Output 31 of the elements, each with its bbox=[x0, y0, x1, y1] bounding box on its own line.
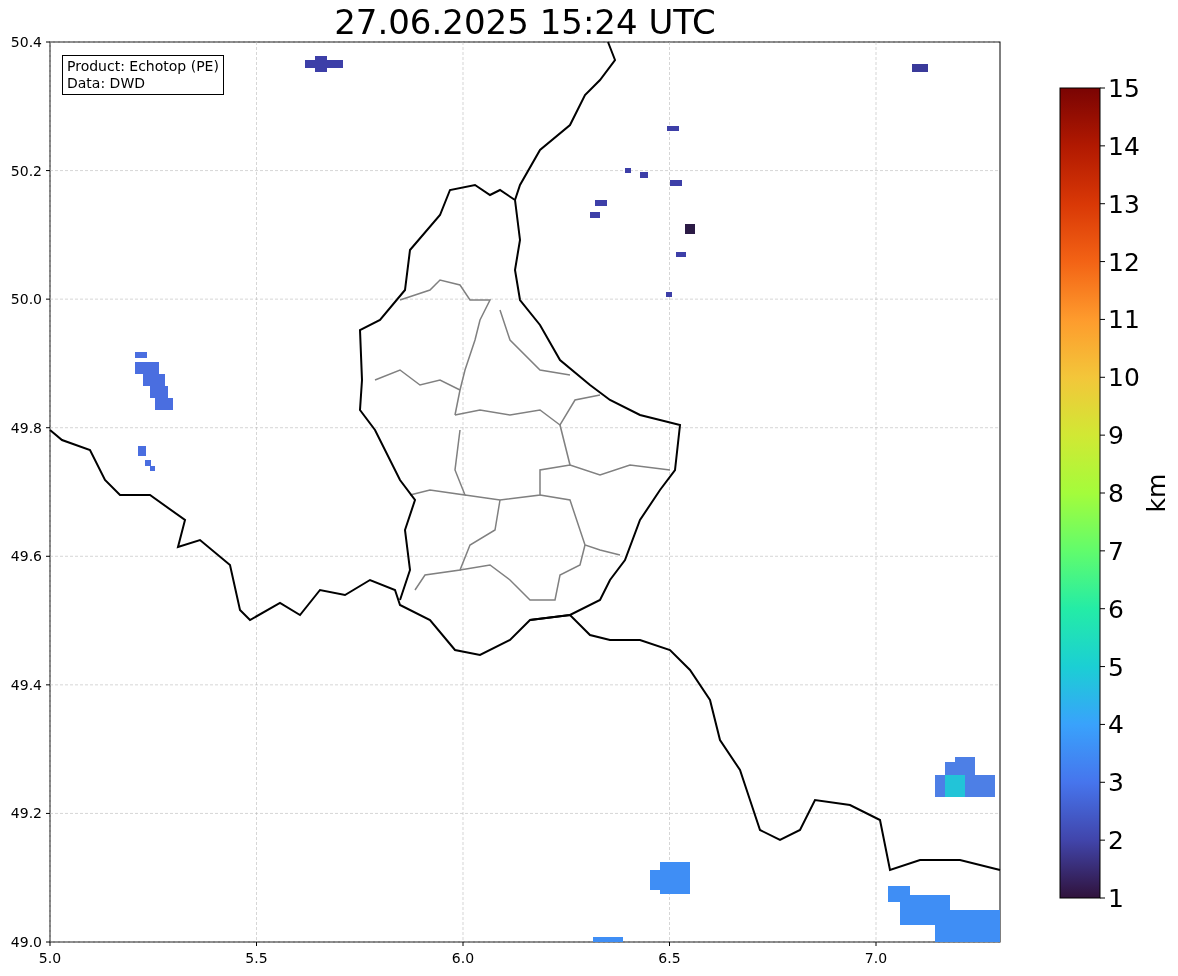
colorbar-tick-label: 4 bbox=[1108, 710, 1124, 740]
colorbar-tick-label: 2 bbox=[1108, 826, 1124, 856]
colorbar-tick-label: 14 bbox=[1108, 131, 1140, 161]
x-tick-label: 6.5 bbox=[658, 950, 681, 966]
colorbar-tick-label: 1 bbox=[1108, 884, 1124, 913]
y-tick-label: 49.4 bbox=[10, 676, 42, 693]
annotation-box: Product: Echotop (PE) Data: DWD bbox=[62, 55, 224, 95]
colorbar-tick-label: 12 bbox=[1108, 247, 1140, 277]
x-tick-label: 7.0 bbox=[864, 950, 888, 966]
y-tick-label: 50.0 bbox=[10, 291, 42, 308]
colorbar-tick-label: 15 bbox=[1108, 74, 1140, 103]
chart-title: 27.06.2025 15:24 UTC bbox=[334, 2, 716, 42]
colorbar-tick-label: 3 bbox=[1108, 768, 1124, 798]
colorbar-tick-label: 10 bbox=[1108, 363, 1140, 393]
x-tick-label: 5.5 bbox=[245, 950, 268, 966]
y-tick-label: 49.0 bbox=[10, 934, 42, 950]
colorbar-tick-label: 9 bbox=[1108, 421, 1124, 451]
colorbar-tick-label: 13 bbox=[1108, 189, 1140, 219]
x-tick-label: 6.0 bbox=[451, 950, 475, 966]
y-tick-label: 50.2 bbox=[10, 162, 42, 179]
colorbar-tick-label: 11 bbox=[1108, 305, 1140, 335]
colorbar-tick-label: 6 bbox=[1108, 594, 1124, 624]
colorbar-label: km bbox=[1142, 473, 1171, 513]
x-tick-label: 5.0 bbox=[38, 950, 62, 966]
colorbar-tick-label: 7 bbox=[1108, 536, 1124, 566]
y-tick-label: 49.8 bbox=[10, 419, 42, 436]
y-tick-label: 50.4 bbox=[10, 34, 42, 50]
y-tick-label: 49.2 bbox=[10, 805, 42, 822]
colorbar-tick-label: 5 bbox=[1108, 652, 1124, 682]
y-tick-label: 49.6 bbox=[10, 548, 42, 565]
colorbar-tick-label: 8 bbox=[1108, 479, 1124, 508]
